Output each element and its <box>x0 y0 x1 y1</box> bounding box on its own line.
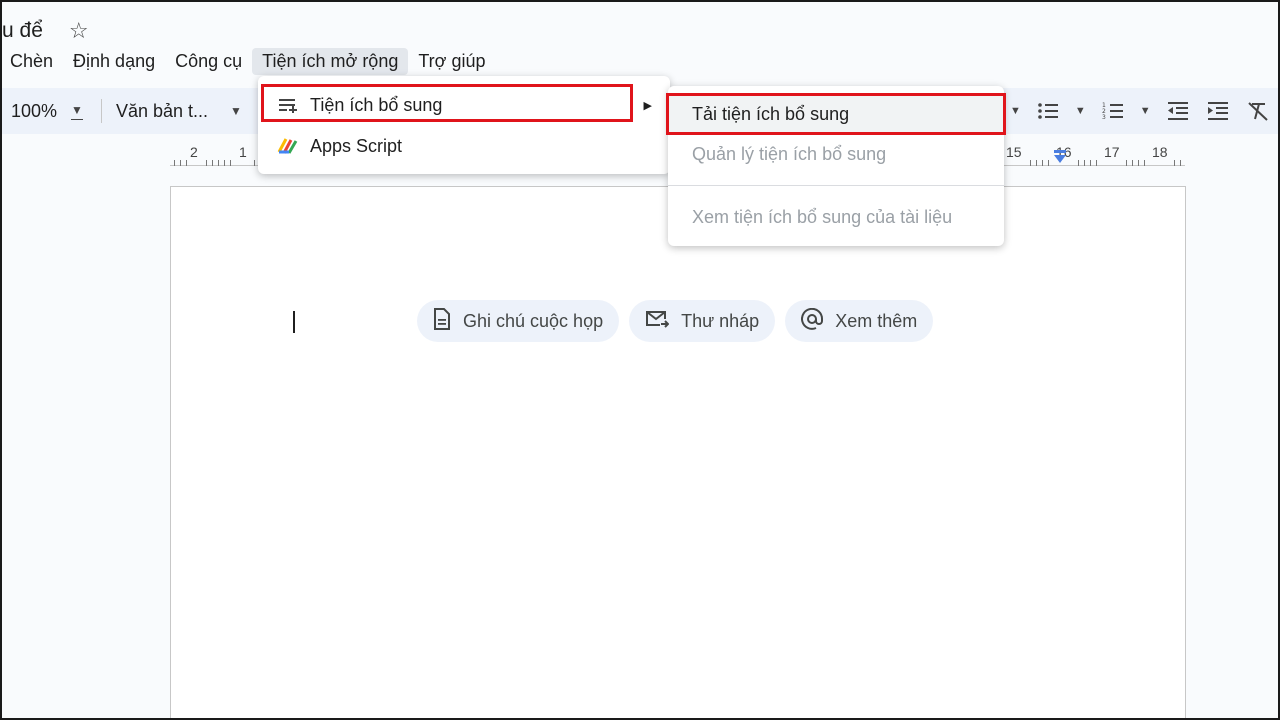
zoom-select[interactable]: 100% <box>11 101 57 122</box>
menu-item-manage-add-ons: Quản lý tiện ích bổ sung <box>692 143 887 164</box>
at-sign-icon <box>801 307 824 335</box>
toolbar-right-group: ▼ ▼ 123 ▼ <box>1010 88 1271 134</box>
menu-insert[interactable]: Chèn <box>0 48 63 75</box>
menu-divider <box>668 185 1004 186</box>
add-ons-icon <box>276 97 300 113</box>
chip-label: Thư nháp <box>681 310 760 331</box>
menu-extensions[interactable]: Tiện ích mở rộng <box>252 47 409 75</box>
document-icon <box>433 307 451 335</box>
ruler-number: 1 <box>239 144 247 160</box>
svg-text:3: 3 <box>1102 114 1106 121</box>
increase-indent-icon[interactable] <box>1205 98 1231 124</box>
mail-draft-icon <box>645 309 670 334</box>
menu-tools[interactable]: Công cụ <box>165 48 252 75</box>
menu-bar: Chèn Định dạng Công cụ Tiện ích mở rộng … <box>0 46 496 76</box>
menu-item-get-add-ons[interactable]: Tải tiện ích bổ sung <box>668 94 1004 134</box>
title-row: u để ☆ <box>0 14 89 48</box>
bulleted-list-icon[interactable] <box>1035 98 1061 124</box>
apps-script-icon <box>276 136 300 156</box>
ruler-number: 17 <box>1104 144 1120 160</box>
menu-item-label: Tiện ích bổ sung <box>310 94 443 115</box>
ruler-number: 15 <box>1006 144 1022 160</box>
ruler-number: 2 <box>190 144 198 160</box>
add-ons-submenu: Tải tiện ích bổ sung Quản lý tiện ích bổ… <box>666 86 1006 246</box>
decrease-indent-icon[interactable] <box>1165 98 1191 124</box>
text-cursor <box>293 311 295 333</box>
chip-label: Ghi chú cuộc họp <box>463 310 604 331</box>
style-caret-icon[interactable]: ▼ <box>230 104 242 118</box>
first-line-indent-marker[interactable] <box>1054 150 1066 153</box>
menu-item-label: Apps Script <box>310 135 403 156</box>
paragraph-style-select[interactable]: Văn bản t... <box>116 101 208 122</box>
menu-format[interactable]: Định dạng <box>63 48 165 75</box>
ruler-number: 18 <box>1152 144 1168 160</box>
extensions-menu: Tiện ích bổ sung ▶ Apps Script <box>258 76 670 174</box>
chip-email-draft[interactable]: Thư nháp <box>629 300 776 342</box>
smart-chips: Ghi chú cuộc họp Thư nháp Xem thêm <box>417 300 934 342</box>
toolbar-divider <box>100 99 102 123</box>
document-page[interactable]: Ghi chú cuộc họp Thư nháp Xem thêm <box>170 186 1186 720</box>
submenu-arrow-icon: ▶ <box>643 99 652 112</box>
menu-item-add-ons[interactable]: Tiện ích bổ sung ▶ <box>258 85 670 125</box>
star-icon[interactable]: ☆ <box>69 18 89 44</box>
chip-meeting-notes[interactable]: Ghi chú cuộc họp <box>417 300 620 342</box>
menu-item-document-add-ons: Xem tiện ích bổ sung của tài liệu <box>692 206 953 227</box>
chevron-down-icon[interactable]: ▼ <box>1010 105 1021 117</box>
clear-formatting-icon[interactable] <box>1245 98 1271 124</box>
zoom-caret-icon[interactable]: ▼ <box>71 103 83 120</box>
menu-help[interactable]: Trợ giúp <box>408 48 495 75</box>
chevron-down-icon[interactable]: ▼ <box>1140 105 1151 117</box>
chip-more[interactable]: Xem thêm <box>785 300 934 342</box>
right-indent-marker[interactable] <box>1054 155 1066 163</box>
chevron-down-icon[interactable]: ▼ <box>1075 105 1086 117</box>
numbered-list-icon[interactable]: 123 <box>1100 98 1126 124</box>
menu-item-apps-script[interactable]: Apps Script <box>258 126 670 166</box>
document-title[interactable]: u để <box>2 19 43 43</box>
chip-label: Xem thêm <box>835 310 918 331</box>
